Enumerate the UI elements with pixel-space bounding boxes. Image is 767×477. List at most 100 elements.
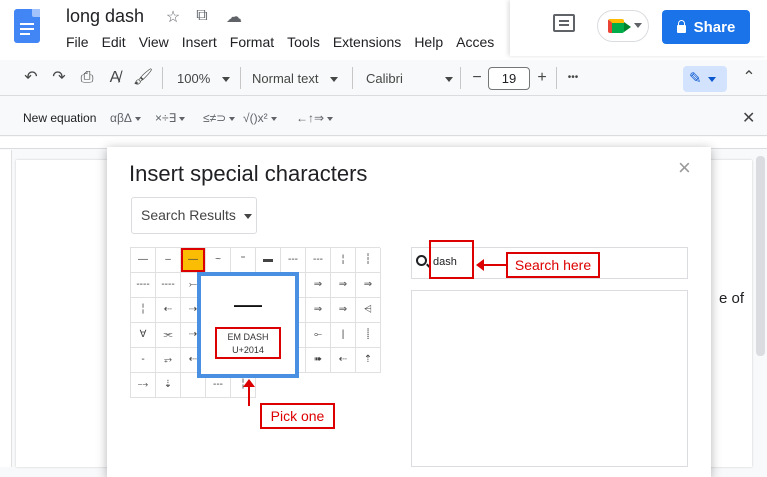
character-cell[interactable]: - — [131, 348, 156, 373]
zoom-select[interactable]: 100% — [177, 71, 231, 86]
move-folder-icon[interactable]: ⧉ — [192, 7, 212, 25]
docs-logo-icon[interactable] — [14, 9, 40, 43]
character-cell[interactable]: — — [181, 248, 206, 273]
search-arrow — [476, 259, 507, 271]
chevron-down-icon — [179, 116, 186, 121]
preview-character-name: EM DASH — [227, 332, 269, 342]
menu-insert[interactable]: Insert — [182, 34, 217, 50]
character-cell[interactable]: ¦ — [331, 248, 356, 273]
chevron-down-icon — [327, 116, 334, 121]
character-cell[interactable]: ⇒ — [306, 298, 331, 323]
character-cell[interactable]: ┆ — [356, 248, 381, 273]
share-button[interactable]: Share — [662, 10, 750, 44]
menu-extensions[interactable]: Extensions — [333, 34, 401, 50]
character-cell[interactable]: ⇣ — [156, 373, 181, 398]
character-cell[interactable]: ⩤ — [356, 298, 381, 323]
character-cell[interactable]: ⫘ — [156, 323, 181, 348]
character-cell[interactable]: | — [331, 323, 356, 348]
character-cell[interactable]: ∀ — [131, 323, 156, 348]
collapse-menus-icon[interactable]: ⌃ — [738, 66, 760, 90]
character-cell[interactable]: — — [131, 248, 156, 273]
character-cell[interactable]: ~ — [206, 248, 231, 273]
menu-help[interactable]: Help — [414, 34, 443, 50]
character-cell[interactable]: ⇡ — [356, 348, 381, 373]
category-dropdown[interactable]: Search Results — [131, 197, 257, 234]
misc-operations-menu[interactable]: ×÷∃ — [155, 111, 186, 125]
vertical-ruler[interactable] — [0, 150, 12, 467]
meet-icon — [608, 19, 631, 33]
misc-operations-label: ×÷∃ — [155, 111, 177, 125]
font-size-input[interactable]: 19 — [488, 67, 530, 90]
menu-bar: File Edit View Insert Format Tools Exten… — [66, 34, 507, 50]
character-cell[interactable]: ╎ — [131, 298, 156, 323]
preview-character: — — [234, 288, 262, 319]
character-cell[interactable]: ⤍ — [131, 373, 156, 398]
arrows-label: ←↑⇒ — [296, 111, 325, 125]
character-cell[interactable]: – — [156, 248, 181, 273]
character-cell[interactable]: --- — [306, 248, 331, 273]
relations-menu[interactable]: ≤≠⊃ — [203, 111, 236, 125]
menu-accessibility[interactable]: Acces — [456, 34, 494, 50]
chevron-down-icon — [134, 116, 141, 121]
character-cell[interactable]: ---- — [156, 273, 181, 298]
math-operators-label: √()x² — [243, 111, 268, 125]
pick-one-note: Pick one — [260, 403, 335, 429]
decrease-font-size-button[interactable]: − — [466, 66, 488, 90]
close-equation-icon[interactable]: ✕ — [742, 108, 755, 128]
drawing-area[interactable] — [411, 290, 688, 467]
style-select[interactable]: Normal text — [252, 71, 339, 86]
menu-file[interactable]: File — [66, 34, 89, 50]
character-cell[interactable]: ⁼ — [231, 248, 256, 273]
character-cell[interactable]: ⸽ — [356, 323, 381, 348]
editing-mode-button[interactable]: ✎ — [683, 66, 727, 92]
increase-font-size-button[interactable]: + — [531, 66, 553, 90]
greek-letters-label: αβΔ — [110, 111, 132, 125]
chevron-down-icon — [634, 23, 642, 28]
font-select[interactable]: Calibri — [366, 71, 453, 86]
greek-letters-menu[interactable]: αβΔ — [110, 111, 141, 125]
new-equation-button[interactable]: New equation — [23, 111, 96, 125]
character-cell[interactable]: ➠ — [306, 348, 331, 373]
document-title[interactable]: long dash — [66, 6, 144, 27]
character-cell[interactable]: ⇒ — [306, 273, 331, 298]
chevron-down-icon — [270, 116, 277, 121]
menu-tools[interactable]: Tools — [287, 34, 320, 50]
character-cell[interactable]: ⇒ — [331, 273, 356, 298]
character-cell[interactable]: ⇠ — [331, 348, 356, 373]
menu-edit[interactable]: Edit — [102, 34, 126, 50]
dialog-title: Insert special characters — [129, 161, 368, 186]
star-icon[interactable]: ☆ — [163, 7, 183, 27]
relations-label: ≤≠⊃ — [203, 111, 227, 125]
comments-icon[interactable] — [553, 14, 575, 32]
search-highlight-box — [429, 240, 474, 279]
close-dialog-icon[interactable]: × — [678, 155, 691, 181]
search-icon — [416, 255, 427, 266]
character-cell[interactable]: ⇒ — [356, 273, 381, 298]
menu-view[interactable]: View — [139, 34, 169, 50]
meet-button[interactable] — [597, 10, 649, 42]
character-cell[interactable]: --- — [281, 248, 306, 273]
character-cell[interactable]: ▬ — [256, 248, 281, 273]
redo-icon[interactable]: ↷ — [48, 66, 70, 90]
chevron-down-icon — [444, 77, 453, 83]
print-icon[interactable]: ⎙ — [76, 66, 98, 90]
spellcheck-icon[interactable]: A̸ — [104, 66, 126, 90]
scrollbar-thumb[interactable] — [756, 156, 765, 356]
paint-format-icon[interactable]: 🖌 — [132, 66, 154, 90]
style-value: Normal text — [252, 71, 319, 86]
toolbar-divider — [460, 67, 461, 89]
chevron-down-icon — [243, 213, 252, 219]
character-cell[interactable]: ⇒ — [331, 298, 356, 323]
cloud-status-icon[interactable]: ☁ — [224, 7, 244, 27]
character-cell[interactable]: ⥅ — [156, 348, 181, 373]
character-cell[interactable]: ---- — [131, 273, 156, 298]
arrows-menu[interactable]: ←↑⇒ — [296, 111, 334, 125]
undo-icon[interactable]: ↶ — [20, 66, 42, 90]
pick-arrow — [243, 379, 255, 406]
character-cell[interactable]: ⇠ — [156, 298, 181, 323]
pencil-icon: ✎ — [689, 70, 702, 87]
menu-format[interactable]: Format — [230, 34, 274, 50]
character-cell[interactable]: ⟜ — [306, 323, 331, 348]
math-operators-menu[interactable]: √()x² — [243, 111, 277, 125]
more-options-icon[interactable]: ••• — [562, 66, 584, 90]
